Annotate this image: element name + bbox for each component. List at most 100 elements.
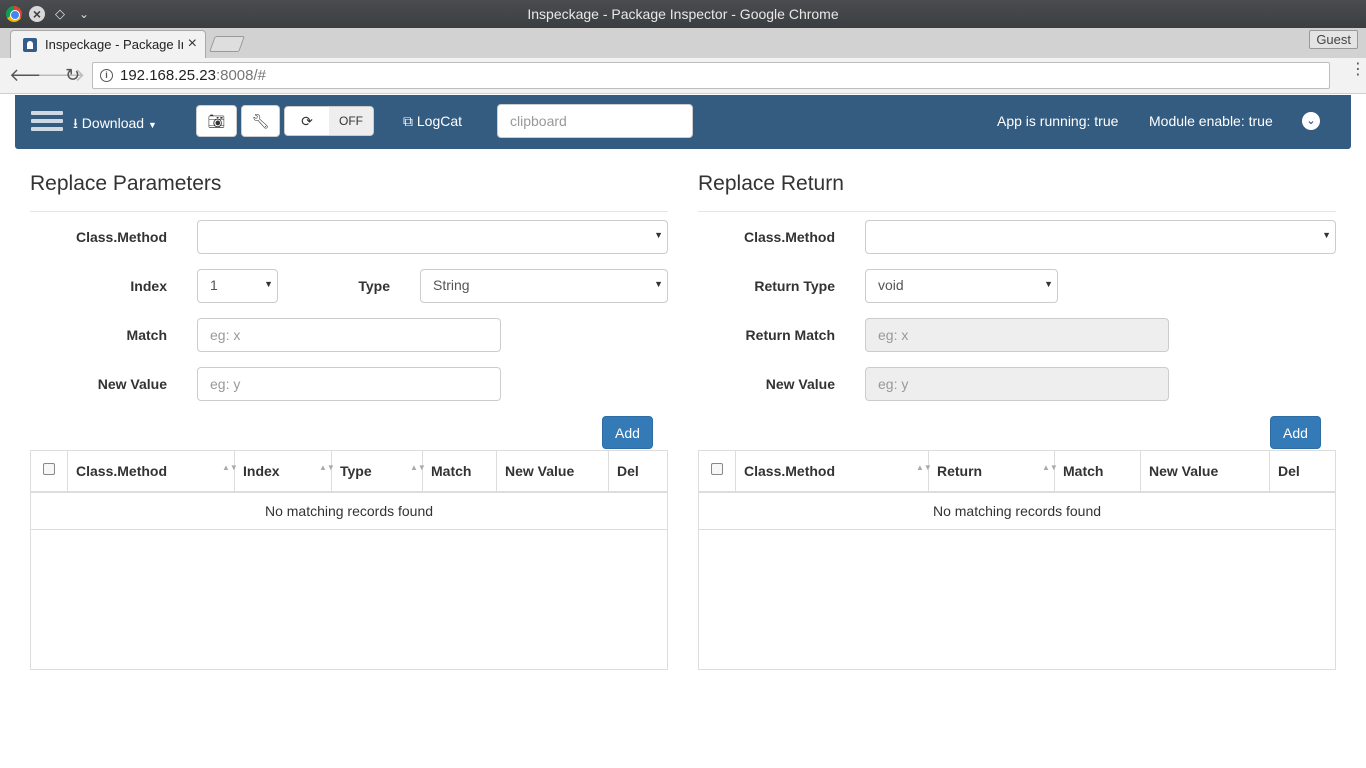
replace-parameters-panel: Replace Parameters Class.Method ▼ Index …	[30, 160, 668, 670]
app-running-status: App is running: true	[997, 113, 1119, 129]
sort-icon: ▲▼	[916, 463, 932, 472]
index-value: 1	[210, 277, 218, 293]
class-method-select[interactable]: ▼	[865, 220, 1336, 254]
parameters-table: Class.Method ▲▼ Index ▲▼ Type ▲▼ Match New …	[30, 450, 668, 670]
column-header: Match	[1055, 451, 1141, 491]
return-type-select[interactable]: void ▼	[865, 269, 1058, 303]
class-method-select[interactable]: ▼	[197, 220, 668, 254]
return-match-input[interactable]	[865, 318, 1169, 352]
select-caret-icon: ▼	[654, 279, 663, 289]
return-match-label: Return Match	[745, 327, 835, 343]
return-table: Class.Method ▲▼ Return ▲▼ Match New Value …	[698, 450, 1336, 670]
wrench-icon: 🔧︎	[251, 113, 270, 129]
column-header: Del	[1270, 451, 1328, 491]
column-label: Type	[340, 463, 372, 479]
match-label: Match	[126, 327, 167, 343]
column-label: Match	[431, 463, 472, 479]
caret-down-icon: ▼	[147, 120, 157, 130]
logcat-link[interactable]: ⧉ LogCat	[403, 113, 462, 130]
index-label: Index	[130, 278, 167, 294]
type-label: Type	[358, 278, 390, 294]
external-link-icon: ⧉	[403, 113, 413, 129]
select-all-cell	[699, 451, 736, 491]
tools-button[interactable]: 🔧︎	[241, 105, 280, 137]
browser-toolbar: 🡐 🡒 ↻ i 192.168.25.23:8008/# ⋮	[0, 58, 1366, 94]
new-value-label: New Value	[765, 376, 835, 392]
column-header[interactable]: Class.Method ▲▼	[736, 451, 932, 491]
tab-close-icon[interactable]: ×	[188, 35, 197, 53]
camera-icon: 📷︎	[207, 113, 226, 129]
toggle-state: OFF	[329, 107, 373, 135]
select-all-cell	[31, 451, 68, 491]
tab-title: Inspeckage - Package Inspector	[45, 37, 183, 52]
add-parameter-button[interactable]: Add	[602, 416, 653, 449]
refresh-toggle[interactable]: ⟳ OFF	[284, 106, 374, 136]
column-label: Index	[243, 463, 280, 479]
logcat-label: LogCat	[416, 113, 463, 129]
url-path: :8008/#	[215, 67, 266, 84]
sort-icon: ▲▼	[410, 463, 426, 472]
replace-return-panel: Replace Return Class.Method ▼ Return Typ…	[698, 160, 1336, 670]
column-header: Del	[609, 451, 667, 491]
new-tab-button[interactable]	[209, 36, 245, 52]
table-header: Class.Method ▲▼ Return ▲▼ Match New Value …	[699, 451, 1335, 493]
table-header: Class.Method ▲▼ Index ▲▼ Type ▲▼ Match New …	[31, 451, 667, 493]
download-label: Download	[81, 115, 145, 131]
reload-icon[interactable]: ↻	[65, 66, 80, 84]
screenshot-button[interactable]: 📷︎	[196, 105, 237, 137]
address-bar[interactable]: i 192.168.25.23:8008/#	[92, 62, 1330, 89]
select-all-checkbox[interactable]	[43, 463, 55, 475]
column-label: Del	[617, 463, 639, 479]
sort-icon: ▲▼	[1042, 463, 1058, 472]
column-header: New Value	[1141, 451, 1270, 491]
favicon-icon	[23, 38, 37, 52]
empty-message: No matching records found	[699, 493, 1335, 530]
module-enable-status: Module enable: true	[1149, 113, 1273, 129]
column-label: Return	[937, 463, 983, 479]
return-type-value: void	[878, 277, 904, 293]
window-titlebar: × ◇ ⌄ Inspeckage - Package Inspector - G…	[0, 0, 1366, 28]
index-select[interactable]: 1 ▼	[197, 269, 278, 303]
site-info-icon[interactable]: i	[100, 69, 113, 82]
app-navbar: ⭳ Download ▼ 📷︎ 🔧︎ ⟳ OFF ⧉ LogCat App is…	[15, 95, 1351, 149]
select-caret-icon: ▼	[654, 230, 663, 240]
browser-tab[interactable]: Inspeckage - Package Inspector ×	[10, 30, 206, 58]
type-value: String	[433, 277, 470, 293]
column-label: Class.Method	[744, 463, 836, 479]
new-value-input[interactable]	[197, 367, 501, 401]
column-header: New Value	[497, 451, 609, 491]
hamburger-menu-icon[interactable]	[31, 111, 63, 131]
browser-menu-icon[interactable]: ⋮	[1350, 62, 1366, 78]
add-return-button[interactable]: Add	[1270, 416, 1321, 449]
window-title: Inspeckage - Package Inspector - Google …	[527, 6, 839, 22]
column-label: New Value	[1149, 463, 1219, 479]
select-caret-icon: ▼	[1322, 230, 1331, 240]
select-all-checkbox[interactable]	[711, 463, 723, 475]
return-type-label: Return Type	[754, 278, 835, 294]
new-value-input[interactable]	[865, 367, 1169, 401]
url-host: 192.168.25.23	[120, 67, 216, 84]
replace-return-title: Replace Return	[698, 172, 1336, 212]
download-dropdown[interactable]: ⭳ Download ▼	[73, 113, 157, 137]
select-caret-icon: ▼	[1044, 279, 1053, 289]
sort-icon: ▲▼	[319, 463, 335, 472]
column-header[interactable]: Class.Method ▲▼	[68, 451, 238, 491]
class-method-label: Class.Method	[75, 229, 167, 245]
replace-parameters-title: Replace Parameters	[30, 172, 668, 212]
column-label: New Value	[505, 463, 575, 479]
column-header[interactable]: Type ▲▼	[332, 451, 426, 491]
column-header[interactable]: Return ▲▼	[929, 451, 1058, 491]
chevron-circle-down-icon[interactable]: ⌄	[1302, 112, 1320, 130]
clipboard-input[interactable]	[497, 104, 693, 138]
sort-icon: ▲▼	[222, 463, 238, 472]
guest-profile-button[interactable]: Guest	[1309, 30, 1358, 49]
match-input[interactable]	[197, 318, 501, 352]
url-text: 192.168.25.23:8008/#	[120, 67, 266, 84]
column-header[interactable]: Index ▲▼	[235, 451, 335, 491]
new-value-label: New Value	[97, 376, 167, 392]
column-label: Class.Method	[76, 463, 168, 479]
type-select[interactable]: String ▼	[420, 269, 668, 303]
download-icon: ⭳	[73, 115, 78, 131]
class-method-label: Class.Method	[743, 229, 835, 245]
tab-strip: Inspeckage - Package Inspector × Guest	[0, 28, 1366, 58]
